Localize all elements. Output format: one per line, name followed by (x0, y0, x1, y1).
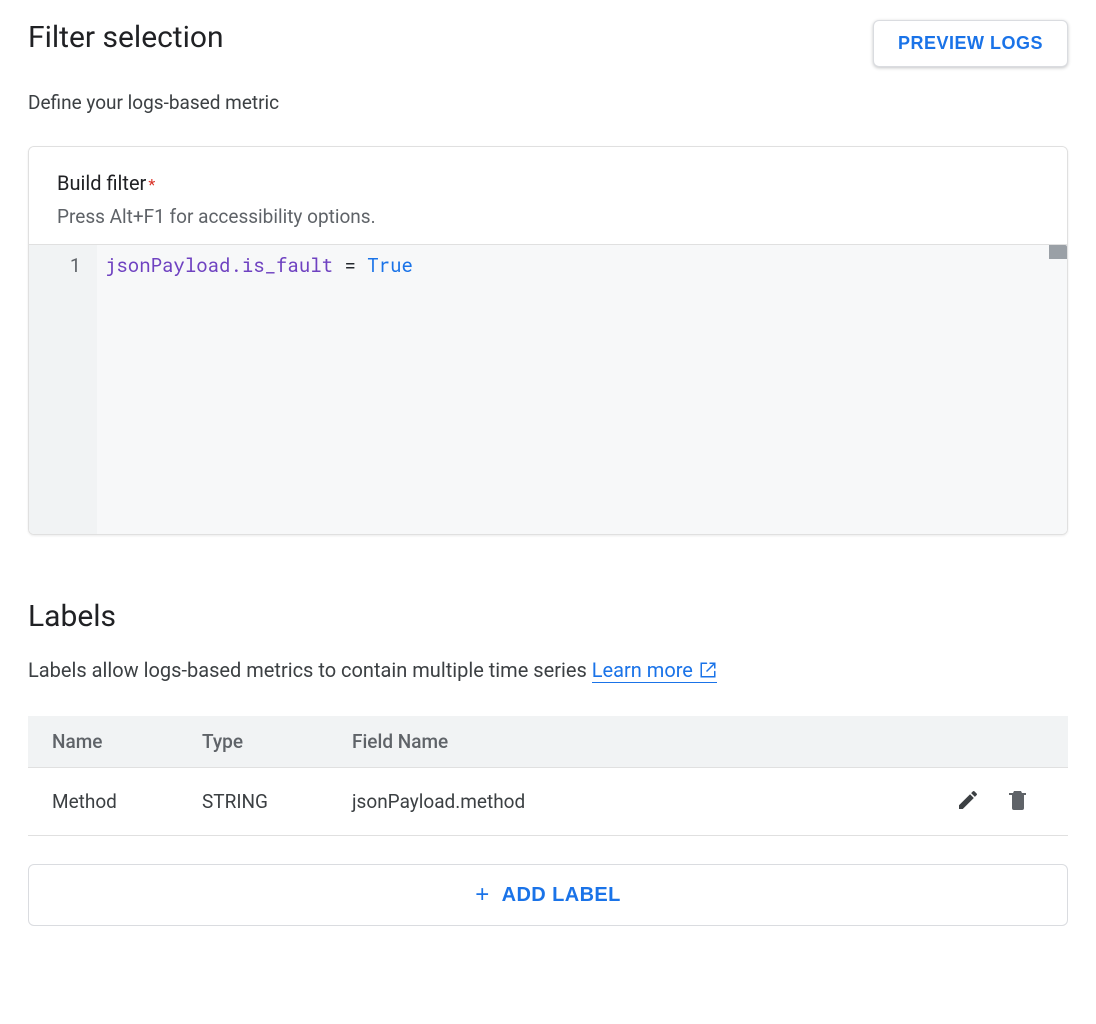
pencil-icon (956, 788, 980, 815)
filter-box: Build filter* Press Alt+F1 for accessibi… (28, 146, 1068, 535)
external-link-icon (699, 660, 717, 684)
filter-hint: Press Alt+F1 for accessibility options. (57, 205, 1039, 228)
filter-editor[interactable]: 1 jsonPayload.is_fault = True (29, 244, 1067, 534)
filter-section-subtitle: Define your logs-based metric (28, 91, 1068, 114)
learn-more-link[interactable]: Learn more (592, 658, 717, 683)
filter-section-title: Filter selection (28, 20, 224, 55)
build-filter-label: Build filter (57, 171, 146, 195)
trash-icon (1006, 788, 1030, 815)
scrollbar-thumb[interactable] (1049, 245, 1067, 259)
delete-label-button[interactable] (1002, 784, 1034, 819)
filter-selection-section: Filter selection PREVIEW LOGS Define you… (28, 20, 1068, 535)
labels-table: Name Type Field Name Method STRING jsonP… (28, 716, 1068, 836)
editor-gutter: 1 (29, 245, 97, 534)
table-row: Method STRING jsonPayload.method (28, 768, 1068, 836)
col-type: Type (178, 716, 328, 768)
edit-label-button[interactable] (952, 784, 984, 819)
labels-description: Labels allow logs-based metrics to conta… (28, 658, 1068, 684)
cell-field-name: jsonPayload.method (328, 768, 928, 836)
add-label-text: ADD LABEL (502, 884, 621, 907)
labels-section-title: Labels (28, 599, 1068, 634)
cell-type: STRING (178, 768, 328, 836)
code-token-operator: = (344, 253, 355, 278)
col-name: Name (28, 716, 178, 768)
labels-section: Labels Labels allow logs-based metrics t… (28, 599, 1068, 926)
code-token-field: jsonPayload.is_fault (105, 253, 333, 278)
plus-icon: + (475, 883, 489, 907)
required-indicator: * (148, 175, 155, 194)
editor-content[interactable]: jsonPayload.is_fault = True (97, 245, 1067, 534)
code-token-value: True (367, 253, 413, 278)
cell-name: Method (28, 768, 178, 836)
col-field-name: Field Name (328, 716, 928, 768)
preview-logs-button[interactable]: PREVIEW LOGS (873, 20, 1068, 67)
add-label-button[interactable]: + ADD LABEL (28, 864, 1068, 926)
